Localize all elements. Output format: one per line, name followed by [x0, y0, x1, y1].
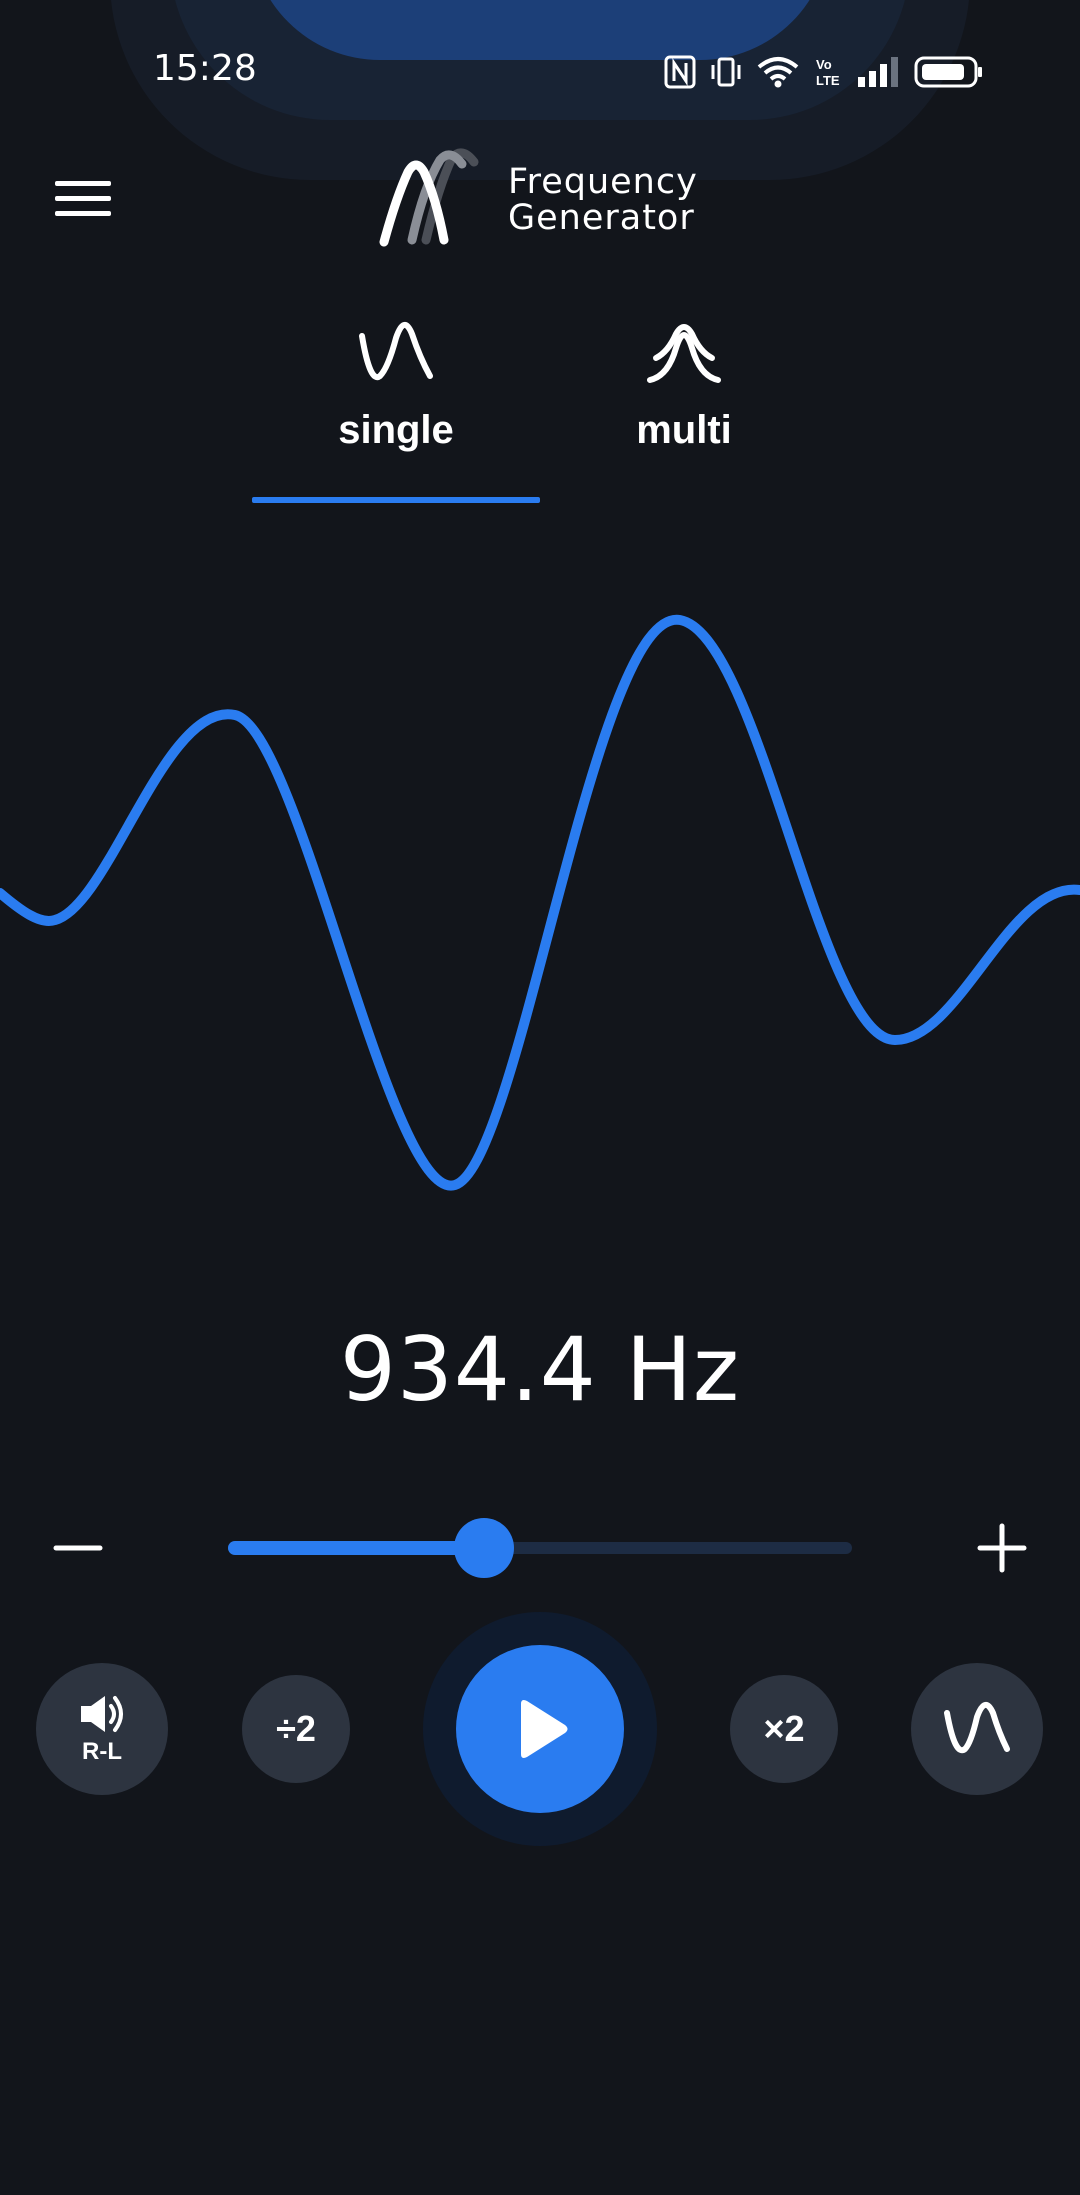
divide-label: ÷2 [276, 1708, 316, 1749]
app-title: Frequency Generator [508, 164, 698, 236]
svg-text:LTE: LTE [816, 73, 840, 88]
frequency-display: 934.4 Hz [339, 1318, 741, 1421]
menu-button[interactable] [50, 170, 116, 226]
single-wave-icon [359, 322, 433, 381]
plus-icon [977, 1523, 1027, 1573]
status-icons: Vo LTE [664, 52, 984, 92]
minus-icon [53, 1545, 103, 1551]
hamburger-menu-icon-line [55, 210, 111, 216]
wifi-icon [757, 57, 799, 88]
multiply-label: ×2 [763, 1708, 805, 1749]
status-bar: 15:28 Vo LTE [0, 40, 1080, 104]
selected-tab-indicator [252, 497, 540, 503]
stereo-channel-button[interactable]: R-L [36, 1663, 168, 1795]
play-button[interactable] [456, 1645, 624, 1813]
volte-icon: Vo LTE [816, 57, 840, 88]
hamburger-menu-icon-line [55, 195, 111, 201]
play-icon [521, 1700, 568, 1758]
slider-fill [228, 1541, 484, 1555]
divide-frequency-button[interactable]: ÷2 [242, 1675, 350, 1783]
svg-text:Vo: Vo [816, 57, 832, 72]
tab-single-label: single [338, 408, 454, 452]
battery-icon [914, 56, 982, 88]
waveform-type-button[interactable] [911, 1663, 1043, 1795]
app-title-line1: Frequency [508, 162, 698, 202]
stereo-label: R-L [82, 1738, 122, 1765]
hamburger-menu-icon-line [55, 180, 111, 186]
speaker-icon [81, 1696, 123, 1732]
tab-multi[interactable]: multi [540, 310, 828, 505]
multiply-frequency-button[interactable]: ×2 [730, 1675, 838, 1783]
waveform-line [0, 614, 1080, 1191]
status-time: 15:28 [153, 48, 257, 89]
vibrate-icon [711, 57, 741, 87]
frequency-slider[interactable] [228, 1518, 852, 1578]
slider-thumb[interactable] [454, 1518, 514, 1578]
waveform-display [0, 614, 1080, 1191]
app-title-line2: Generator [508, 198, 695, 238]
decrease-frequency-button[interactable] [38, 1508, 118, 1588]
signal-icon [858, 57, 898, 87]
sine-wave-icon [944, 1702, 1010, 1754]
tab-multi-label: multi [636, 408, 732, 452]
multi-wave-icon [647, 324, 721, 383]
tab-single[interactable]: single [252, 310, 540, 505]
frequency-wave-logo [379, 148, 479, 247]
app-screen: 15:28 Vo LTE Frequency Generator single … [0, 0, 1080, 2195]
increase-frequency-button[interactable] [962, 1508, 1042, 1588]
nfc-icon [664, 55, 696, 89]
